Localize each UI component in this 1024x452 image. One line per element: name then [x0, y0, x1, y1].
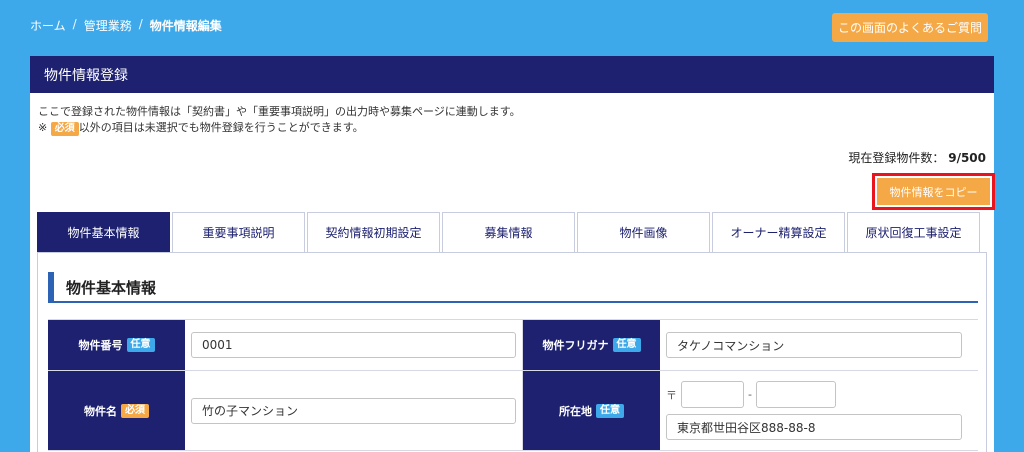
section-heading: 物件基本情報 — [48, 272, 978, 303]
breadcrumb-home-link[interactable]: ホーム — [30, 17, 66, 34]
tab-property-images[interactable]: 物件画像 — [577, 212, 710, 252]
address-input[interactable]: 東京都世田谷区888-88-8 — [666, 414, 962, 440]
property-count-value: 9/500 — [948, 151, 986, 165]
breadcrumb: ホーム / 管理業務 / 物件情報編集 — [30, 17, 222, 34]
field-label: 物件番号 — [78, 339, 123, 352]
section-title: 物件基本情報 — [66, 278, 157, 297]
faq-button[interactable]: この画面のよくあるご質問 — [832, 13, 988, 42]
property-count: 現在登録物件数： 9/500 — [848, 149, 986, 166]
breadcrumb-separator: / — [72, 17, 77, 31]
property-name-label: 物件名 必須 — [48, 371, 185, 450]
notice-line-1: ここで登録された物件情報は「契約書」や「重要事項説明」の出力時や募集ページに連動… — [38, 105, 521, 118]
postal-code-first-input[interactable] — [681, 381, 744, 408]
optional-badge: 任意 — [612, 338, 641, 352]
copy-property-button[interactable]: 物件情報をコピー — [877, 178, 990, 205]
property-name-input[interactable]: 竹の子マンション — [191, 397, 516, 424]
form-row: 物件番号 任意 0001 物件フリガナ 任意 タケノコマンション — [48, 319, 978, 371]
property-number-cell: 0001 — [185, 320, 523, 370]
tab-restoration-work[interactable]: 原状回復工事設定 — [847, 212, 980, 252]
field-label: 物件名 — [84, 404, 117, 418]
breadcrumb-separator: / — [138, 17, 143, 31]
tab-bar: 物件基本情報 重要事項説明 契約情報初期設定 募集情報 物件画像 オーナー精算設… — [37, 212, 980, 252]
property-number-label: 物件番号 任意 — [48, 320, 185, 370]
postal-code-second-input[interactable] — [755, 381, 836, 408]
notice-prefix: ※ — [38, 121, 48, 134]
property-registration-panel: 物件情報登録 ここで登録された物件情報は「契約書」や「重要事項説明」の出力時や募… — [30, 56, 995, 452]
required-badge: 必須 — [121, 403, 149, 418]
address-cell: 〒 - 東京都世田谷区888-88-8 — [660, 371, 978, 450]
panel-title: 物件情報登録 — [30, 56, 994, 93]
breadcrumb-current: 物件情報編集 — [149, 19, 222, 33]
postal-code-dash: - — [748, 388, 752, 401]
field-label: 物件フリガナ — [542, 339, 609, 352]
tab-contract-defaults[interactable]: 契約情報初期設定 — [307, 212, 440, 252]
breadcrumb-section-link[interactable]: 管理業務 — [84, 17, 132, 34]
property-kana-label: 物件フリガナ 任意 — [523, 320, 660, 370]
tab-recruitment[interactable]: 募集情報 — [442, 212, 575, 252]
copy-button-highlight: 物件情報をコピー — [872, 173, 995, 210]
form-row: 物件名 必須 竹の子マンション 所在地 任意 〒 - 東京都世田谷区888-88… — [48, 371, 978, 451]
optional-badge: 任意 — [596, 403, 624, 418]
tab-basic-info[interactable]: 物件基本情報 — [37, 212, 170, 252]
property-number-input[interactable]: 0001 — [191, 332, 516, 358]
postal-code-row: 〒 - — [666, 381, 972, 408]
notice-line-2: ※ 必須 以外の項目は未選択でも物件登録を行うことができます。 — [38, 120, 521, 136]
notice-line-2-text: 以外の項目は未選択でも物件登録を行うことができます。 — [78, 121, 364, 134]
address-label: 所在地 任意 — [523, 371, 660, 450]
property-kana-cell: タケノコマンション — [660, 320, 978, 370]
required-badge: 必須 — [50, 122, 79, 136]
postal-mark-icon: 〒 — [666, 388, 677, 402]
property-name-cell: 竹の子マンション — [185, 371, 523, 450]
optional-badge: 任意 — [126, 338, 155, 352]
property-kana-input[interactable]: タケノコマンション — [666, 332, 962, 358]
property-count-label: 現在登録物件数： — [848, 151, 945, 165]
field-label: 所在地 — [559, 404, 592, 418]
notice-text: ここで登録された物件情報は「契約書」や「重要事項説明」の出力時や募集ページに連動… — [38, 104, 521, 136]
tab-content: 物件基本情報 物件番号 任意 0001 物件フリガナ 任意 タケノコマンション … — [37, 252, 987, 452]
tab-important-matters[interactable]: 重要事項説明 — [172, 212, 305, 252]
section-accent-bar — [48, 272, 54, 302]
tab-owner-settlement[interactable]: オーナー精算設定 — [712, 212, 845, 252]
